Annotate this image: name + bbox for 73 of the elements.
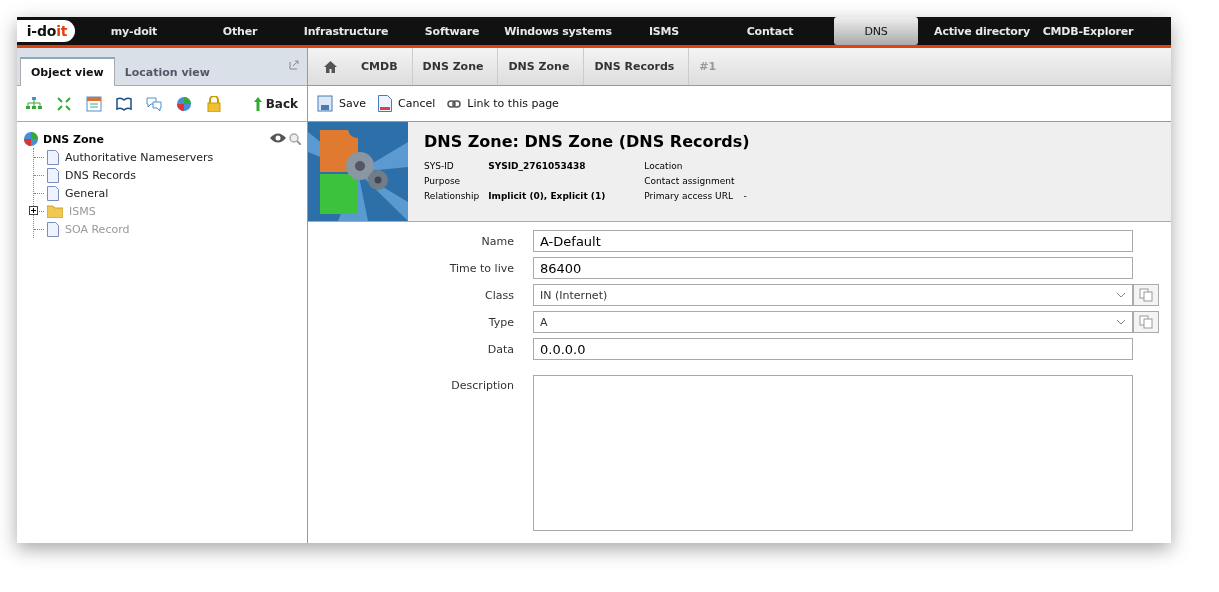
back-button[interactable]: Back: [253, 96, 298, 111]
info-label: Contact assignment: [644, 176, 736, 186]
arrow-up-icon: [253, 96, 262, 111]
tree-item[interactable]: General: [65, 186, 109, 200]
dropdown[interactable]: A: [533, 311, 1133, 333]
copy-button[interactable]: [1133, 311, 1159, 333]
caret-icon: [1116, 319, 1126, 325]
link-button[interactable]: Link to this page: [447, 97, 559, 110]
nav-tab[interactable]: CMDB-Explorer: [1035, 17, 1141, 45]
breadcrumb-item[interactable]: CMDB: [351, 48, 413, 85]
info-value: Implicit (0), Explicit (1): [488, 191, 607, 201]
object-title: DNS Zone: DNS Zone (DNS Records): [424, 132, 750, 151]
info-value: -: [743, 191, 748, 201]
nav-tab[interactable]: ISMS: [611, 17, 717, 45]
document-icon: [47, 149, 59, 165]
breadcrumb-item[interactable]: DNS Zone: [412, 48, 499, 85]
nav-tab[interactable]: my-doit: [81, 17, 187, 45]
cancel-button[interactable]: Cancel: [378, 95, 436, 112]
caret-icon: [1116, 292, 1126, 298]
hierarchy-icon[interactable]: [26, 95, 42, 112]
document-icon: [378, 95, 392, 112]
tree-item[interactable]: DNS Records: [65, 168, 136, 182]
calendar-icon[interactable]: [86, 95, 102, 112]
speech-bubbles-icon[interactable]: [146, 95, 162, 112]
field-label: Class: [484, 288, 514, 302]
info-label: Primary access URL: [644, 191, 734, 201]
field-label: Name: [480, 234, 514, 248]
info-label: Location: [644, 161, 684, 171]
home-icon[interactable]: [324, 60, 337, 73]
nav-tab[interactable]: Contact: [717, 17, 823, 45]
popout-icon[interactable]: [289, 60, 299, 70]
nav-tab[interactable]: DNS: [834, 17, 918, 45]
nav-tab[interactable]: Active directory: [929, 17, 1035, 45]
document-icon: [47, 185, 59, 201]
view-tab[interactable]: Object view: [20, 57, 115, 86]
pie-chart-icon[interactable]: [176, 95, 192, 112]
text-field[interactable]: 0.0.0.0: [533, 338, 1133, 360]
eye-icon[interactable]: [270, 133, 286, 143]
copy-icon: [1139, 288, 1153, 302]
nav-tab[interactable]: Other: [187, 17, 293, 45]
view-tab[interactable]: Location view: [114, 59, 220, 85]
save-button[interactable]: Save: [317, 95, 366, 112]
expand-arrows-icon[interactable]: [56, 95, 72, 112]
field-label: Description: [450, 379, 514, 392]
document-icon: [47, 221, 59, 237]
field-label: Time to live: [448, 261, 514, 275]
copy-button[interactable]: [1133, 284, 1159, 306]
copy-icon: [1139, 315, 1153, 329]
padlock-icon[interactable]: [206, 95, 222, 112]
link-icon: [447, 99, 462, 108]
tree-item[interactable]: Authoritative Nameservers: [65, 150, 214, 164]
breadcrumb-item[interactable]: DNS Records: [584, 48, 690, 85]
info-label: Purpose: [424, 176, 462, 186]
field-label: Data: [486, 342, 514, 356]
dropdown[interactable]: IN (Internet): [533, 284, 1133, 306]
tree-root-label[interactable]: DNS Zone: [43, 132, 104, 146]
folder-icon: [47, 204, 63, 218]
nav-tab[interactable]: Infrastructure: [293, 17, 399, 45]
field-label: Type: [487, 315, 514, 329]
text-field[interactable]: A-Default: [533, 230, 1133, 252]
logo[interactable]: i-doit: [17, 20, 75, 42]
pie-chart-icon: [23, 131, 39, 147]
info-value: SYSID_2761053438: [488, 161, 587, 171]
nav-tab[interactable]: Software: [399, 17, 505, 45]
nav-tab[interactable]: Windows systems: [505, 17, 611, 45]
document-icon: [47, 167, 59, 183]
search-icon[interactable]: [289, 133, 301, 145]
text-field[interactable]: 86400: [533, 257, 1133, 279]
description-field[interactable]: [533, 375, 1133, 531]
info-label: SYS-ID: [424, 161, 455, 171]
breadcrumb-item[interactable]: DNS Zone: [498, 48, 585, 85]
info-label: Relationship: [424, 191, 481, 201]
book-icon[interactable]: [116, 95, 132, 112]
